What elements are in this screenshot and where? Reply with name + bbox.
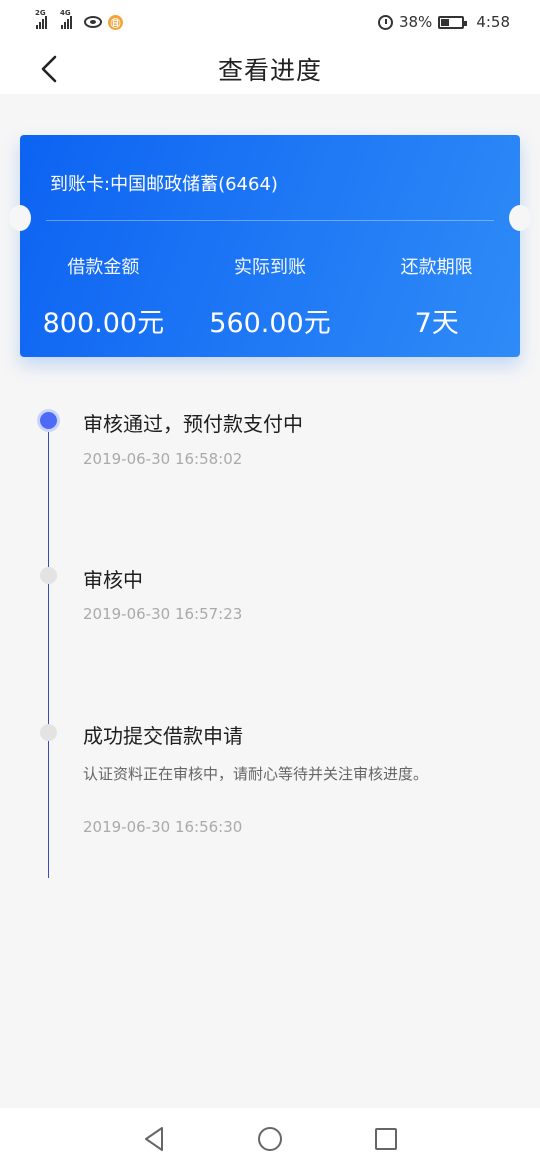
repayment-term-label: 还款期限 <box>400 257 473 278</box>
battery-fill <box>441 18 449 26</box>
timeline-title: 审核通过，预付款支付中 <box>83 412 303 436</box>
timeline-title: 成功提交借款申请 <box>83 724 243 748</box>
system-recents-button[interactable] <box>372 1125 400 1153</box>
nav-bar: 查看进度 <box>0 44 540 94</box>
repayment-term-column: 还款期限 7天 <box>353 253 520 340</box>
timeline-title: 审核中 <box>83 568 143 592</box>
timeline-time: 2019-06-30 16:56:30 <box>83 818 243 836</box>
timeline-dot <box>40 724 57 741</box>
signal-4g-icon: 4G <box>60 9 72 29</box>
signal-2g-label: 2G <box>35 9 46 17</box>
page-title: 查看进度 <box>217 56 322 85</box>
timeline-dot <box>40 567 57 584</box>
actual-received-column: 实际到账 560.00元 <box>187 253 354 340</box>
battery-icon <box>438 15 468 29</box>
timeline-time: 2019-06-30 16:57:23 <box>83 605 243 623</box>
loan-amount-label: 借款金额 <box>67 257 140 278</box>
alarm-icon <box>377 14 393 30</box>
triangle-back-icon <box>145 1127 163 1151</box>
repayment-term-value: 7天 <box>414 308 459 339</box>
signal-2g-icon: 2G <box>35 9 47 29</box>
eye-icon <box>84 16 102 28</box>
timeline-dot-active <box>40 412 57 429</box>
card-notch-left <box>9 205 31 231</box>
actual-received-value: 560.00元 <box>209 308 331 339</box>
loan-amount-column: 借款金额 800.00元 <box>20 253 187 340</box>
system-back-button[interactable] <box>140 1125 168 1153</box>
system-home-button[interactable] <box>256 1125 284 1153</box>
card-notch-right <box>509 205 531 231</box>
clock: 4:58 <box>476 13 510 31</box>
account-label: 到账卡:中国邮政储蓄(6464) <box>50 174 278 195</box>
circle-home-icon <box>258 1127 282 1151</box>
card-columns: 借款金额 800.00元 实际到账 560.00元 还款期限 7天 <box>20 253 520 340</box>
status-left: 2G 4G ㊐ <box>35 9 123 30</box>
actual-received-label: 实际到账 <box>234 257 306 278</box>
back-button[interactable] <box>36 55 62 83</box>
timeline-line <box>48 420 49 878</box>
card-divider <box>46 220 494 221</box>
chevron-left-icon <box>41 55 57 83</box>
loan-amount-value: 800.00元 <box>42 308 165 339</box>
loan-card: 到账卡:中国邮政储蓄(6464) 借款金额 800.00元 实际到账 560.0… <box>9 135 531 357</box>
signal-4g-label: 4G <box>60 9 71 17</box>
status-bar: 2G 4G ㊐ 38% 4:58 <box>0 0 540 44</box>
timeline-time: 2019-06-30 16:58:02 <box>83 450 243 468</box>
square-recents-icon <box>375 1128 397 1150</box>
system-nav-bar <box>0 1108 540 1170</box>
battery-percent: 38% <box>398 13 433 31</box>
status-right: 38% 4:58 <box>377 13 510 31</box>
coin-icon: ㊐ <box>108 14 123 30</box>
timeline-description: 认证资料正在审核中，请耐心等待并关注审核进度。 <box>83 765 429 783</box>
